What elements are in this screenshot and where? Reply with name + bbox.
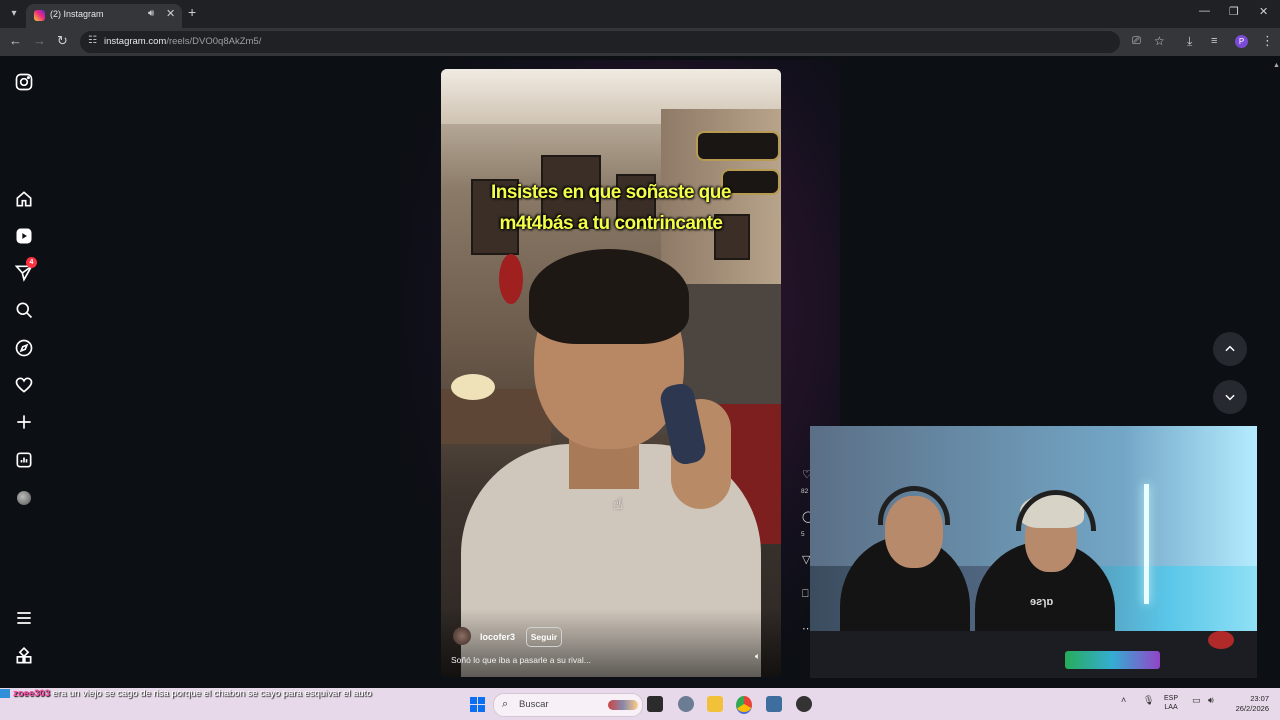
- window-close-icon[interactable]: ✕: [1259, 5, 1268, 18]
- taskbar-search[interactable]: ⌕ Buscar: [493, 693, 643, 717]
- file-explorer-icon[interactable]: [707, 696, 723, 712]
- comment-count: 5: [801, 531, 805, 538]
- audio-toggle-icon[interactable]: 🔈︎: [755, 651, 760, 662]
- search-icon[interactable]: [14, 300, 34, 320]
- clock-date: 26/2/2026: [1235, 704, 1269, 713]
- instagram-logo-icon[interactable]: [14, 72, 34, 92]
- reel-caption[interactable]: Soñó lo que iba a pasarle a su rival...: [451, 655, 591, 665]
- task-view-icon[interactable]: [647, 696, 663, 712]
- video-table: [441, 389, 551, 444]
- app-with-notification-icon[interactable]: [796, 696, 812, 712]
- reading-list-icon[interactable]: ≡: [1211, 34, 1217, 48]
- taskbar-search-icon: ⌕: [502, 698, 509, 710]
- volume-icon[interactable]: 🔊︎: [1208, 695, 1214, 706]
- video-speed-bag: [499, 254, 523, 304]
- messages-badge: 4: [26, 257, 37, 268]
- reel-video[interactable]: Insistes en que soñaste que m4t4bás a tu…: [441, 69, 781, 677]
- browser-profile-avatar[interactable]: P: [1235, 35, 1248, 48]
- reel-info-gradient: [441, 609, 781, 677]
- scroll-up-arrow-icon[interactable]: ▲: [1273, 62, 1280, 70]
- url-host: instagram.com: [104, 36, 167, 47]
- video-text-overlay: Insistes en que soñaste que m4t4bás a tu…: [441, 177, 781, 239]
- forward-icon[interactable]: →: [33, 34, 46, 48]
- profile-avatar-image: [17, 491, 31, 505]
- system-clock[interactable]: 23:07 26/2/2026: [1227, 694, 1269, 714]
- back-icon[interactable]: ←: [9, 34, 22, 48]
- bookmark-star-icon[interactable]: ☆: [1154, 34, 1165, 48]
- language-code: ESP: [1164, 695, 1179, 702]
- keyboard-layout: LAA: [1164, 704, 1178, 711]
- tab-search-dropdown-icon[interactable]: ▾: [6, 6, 22, 22]
- cast-icon[interactable]: ⎚: [1132, 34, 1141, 48]
- explore-icon[interactable]: [14, 338, 34, 358]
- webcam-desk: [810, 631, 1257, 678]
- new-tab-icon[interactable]: +: [188, 5, 196, 19]
- tab-close-icon[interactable]: ✕: [166, 7, 175, 20]
- language-indicator[interactable]: ESP LAA: [1164, 694, 1178, 712]
- chat-username: zoee303: [13, 688, 50, 699]
- chat-text: era un viejo se cago de risa porque el c…: [52, 688, 372, 699]
- tab-title: (2) Instagram: [50, 9, 104, 19]
- hand-cursor-icon: ☝: [613, 496, 623, 513]
- reload-icon[interactable]: ↻: [57, 34, 68, 48]
- url-path: /reels/DVO0q8AkZm5/: [166, 36, 262, 47]
- webcam-keyboard: [1065, 651, 1160, 669]
- browser-toolbar: ← → ↻ ☷ instagram.com/reels/DVO0q8AkZm5/…: [0, 28, 1280, 56]
- reel-username[interactable]: locofer3: [480, 632, 515, 642]
- chrome-icon[interactable]: [736, 696, 752, 714]
- instagram-sidebar: 4: [0, 56, 50, 688]
- browser-tab-bar: ▾ (2) Instagram 🔊︎ ✕ + — ❐ ✕: [0, 0, 1280, 28]
- video-hair: [529, 249, 689, 344]
- app-window-icon[interactable]: [766, 696, 782, 712]
- site-info-icon[interactable]: ☷: [88, 35, 97, 46]
- save-icon[interactable]: ⎕: [802, 588, 809, 601]
- search-highlight-art: [608, 700, 638, 710]
- webcam-mouse: [1208, 631, 1234, 649]
- tray-chevron-up-icon[interactable]: ˄: [1121, 695, 1126, 705]
- profile-avatar[interactable]: [14, 488, 34, 508]
- create-icon[interactable]: [14, 412, 34, 432]
- chevron-down-icon: [1225, 394, 1235, 401]
- maximize-icon[interactable]: ❐: [1229, 5, 1239, 18]
- overlay-line-2: m4t4bás a tu contrincante: [499, 213, 723, 234]
- home-icon[interactable]: [14, 189, 34, 209]
- settings-icon[interactable]: [678, 696, 694, 712]
- follow-button[interactable]: Seguir: [526, 627, 562, 647]
- streamer-webcam-overlay: ɘƨɿɒ: [810, 426, 1257, 678]
- taskbar-search-placeholder: Buscar: [519, 699, 549, 710]
- browser-menu-icon[interactable]: ⋮: [1261, 34, 1274, 48]
- heart-icon[interactable]: [14, 375, 34, 395]
- webcam-light-bar: [1144, 484, 1149, 604]
- download-icon[interactable]: ⤓: [1187, 34, 1192, 48]
- browser-tab-instagram[interactable]: (2) Instagram 🔊︎ ✕: [26, 4, 182, 28]
- also-from-meta-icon[interactable]: [14, 646, 34, 666]
- video-championship-belt: [696, 131, 780, 161]
- tab-audio-icon[interactable]: 🔊︎: [148, 8, 154, 19]
- reel-author-avatar[interactable]: [453, 627, 471, 645]
- next-reel-button[interactable]: [1213, 380, 1247, 414]
- url-text[interactable]: instagram.com/reels/DVO0q8AkZm5/: [104, 36, 261, 47]
- dashboard-icon[interactable]: [14, 450, 34, 470]
- like-count: 82: [801, 488, 809, 495]
- previous-reel-button[interactable]: [1213, 332, 1247, 366]
- minimize-icon[interactable]: —: [1199, 5, 1210, 17]
- stream-chat-message: zoee303 era un viejo se cago de risa por…: [0, 686, 480, 702]
- address-bar[interactable]: ☷ instagram.com/reels/DVO0q8AkZm5/: [80, 31, 1120, 53]
- page-scrollbar[interactable]: [1271, 56, 1280, 688]
- clock-time: 23:07: [1250, 694, 1269, 703]
- microphone-icon[interactable]: 🎙︎: [1143, 695, 1154, 706]
- chat-badge-icon: [0, 688, 10, 698]
- menu-icon[interactable]: [14, 608, 34, 628]
- network-icon[interactable]: ▭: [1192, 695, 1201, 706]
- overlay-line-1: Insistes en que soñaste que: [491, 182, 731, 203]
- instagram-favicon-icon: [34, 10, 45, 21]
- video-popcorn: [451, 374, 495, 400]
- streamer-2-shirt-text: ɘƨɿɒ: [1030, 596, 1054, 608]
- messages-icon[interactable]: 4: [14, 257, 37, 283]
- chevron-up-icon: [1225, 345, 1235, 352]
- reels-icon[interactable]: [14, 226, 34, 246]
